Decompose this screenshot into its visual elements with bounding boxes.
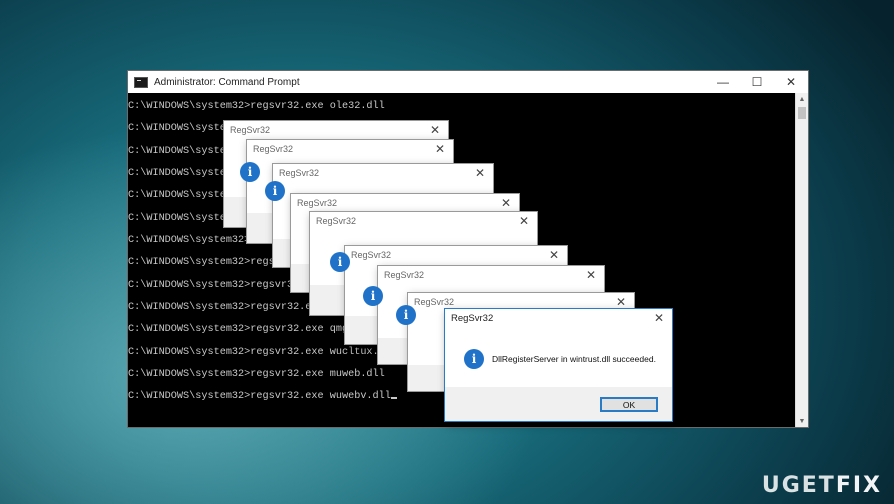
dialog-title: RegSvr32: [451, 313, 494, 324]
close-icon[interactable]: ✕: [435, 142, 445, 156]
console-line: C:\WINDOWS\system: [128, 168, 232, 179]
info-icon: i: [265, 181, 285, 201]
scroll-up-icon[interactable]: ▲: [796, 93, 808, 105]
console-line: C:\WINDOWS\system: [128, 123, 232, 134]
window-title: Administrator: Command Prompt: [154, 76, 300, 88]
dialog-footer: OK: [445, 387, 672, 421]
console-line: C:\WINDOWS\system32>regsvr32.exe ole32.d…: [128, 101, 385, 112]
close-icon[interactable]: ✕: [475, 166, 485, 180]
dialog-title: RegSvr32: [279, 168, 320, 178]
minimize-icon[interactable]: —: [706, 71, 740, 93]
close-icon[interactable]: ✕: [519, 214, 529, 228]
close-icon[interactable]: ✕: [430, 123, 440, 137]
dialog-title: RegSvr32: [384, 270, 425, 280]
info-icon: i: [240, 162, 260, 182]
dialog-message: DllRegisterServer in wintrust.dll succee…: [492, 354, 656, 364]
window-controls: — ☐ ✕: [706, 71, 808, 93]
close-icon[interactable]: ✕: [616, 295, 626, 309]
close-icon[interactable]: ✕: [501, 196, 511, 210]
console-line: C:\WINDOWS\system32>regsvr32.exe muweb.d…: [128, 369, 385, 380]
info-icon: i: [396, 305, 416, 325]
vertical-scrollbar[interactable]: ▲ ▼: [795, 93, 808, 427]
cmd-icon: [134, 76, 148, 88]
dialog-title: RegSvr32: [316, 216, 357, 226]
console-line: C:\WINDOWS\system32>regsvr32.exe qmgrpr: [128, 324, 367, 335]
dialog-title: RegSvr32: [351, 250, 392, 260]
logo-part: E: [801, 473, 819, 498]
info-icon: i: [464, 349, 484, 369]
dialog-title: RegSvr32: [230, 125, 271, 135]
ugetfix-logo: UGETFIX: [762, 473, 882, 498]
close-icon[interactable]: ✕: [549, 248, 559, 262]
scroll-down-icon[interactable]: ▼: [796, 415, 808, 427]
console-line: C:\WINDOWS\system32>regsvr32.exe wucltux…: [128, 347, 397, 358]
ok-button[interactable]: OK: [600, 397, 658, 412]
console-line: C:\WINDOWS\system: [128, 146, 232, 157]
console-line-text: C:\WINDOWS\system32>regsvr32.exe wuwebv.…: [128, 391, 391, 402]
scroll-thumb[interactable]: [798, 107, 806, 119]
logo-part: T: [818, 473, 836, 498]
dialog-title: RegSvr32: [414, 297, 455, 307]
cmd-titlebar[interactable]: Administrator: Command Prompt — ☐ ✕: [128, 71, 808, 93]
close-icon[interactable]: ✕: [586, 268, 596, 282]
close-icon[interactable]: ✕: [774, 71, 808, 93]
regsvr32-dialog-active: RegSvr32 ✕ i DllRegisterServer in wintru…: [444, 308, 673, 422]
dialog-title: RegSvr32: [297, 198, 338, 208]
close-icon[interactable]: ✕: [654, 311, 664, 325]
dialog-title: RegSvr32: [253, 144, 294, 154]
info-icon: i: [363, 286, 383, 306]
info-icon: i: [330, 252, 350, 272]
text-cursor: [390, 397, 397, 399]
maximize-icon[interactable]: ☐: [740, 71, 774, 93]
console-line: C:\WINDOWS\system32>regsvr32.exe wuwebv.…: [128, 391, 397, 403]
logo-part: UG: [761, 473, 802, 498]
logo-part: FIX: [835, 473, 882, 498]
console-line: C:\WINDOWS\system: [128, 190, 232, 201]
